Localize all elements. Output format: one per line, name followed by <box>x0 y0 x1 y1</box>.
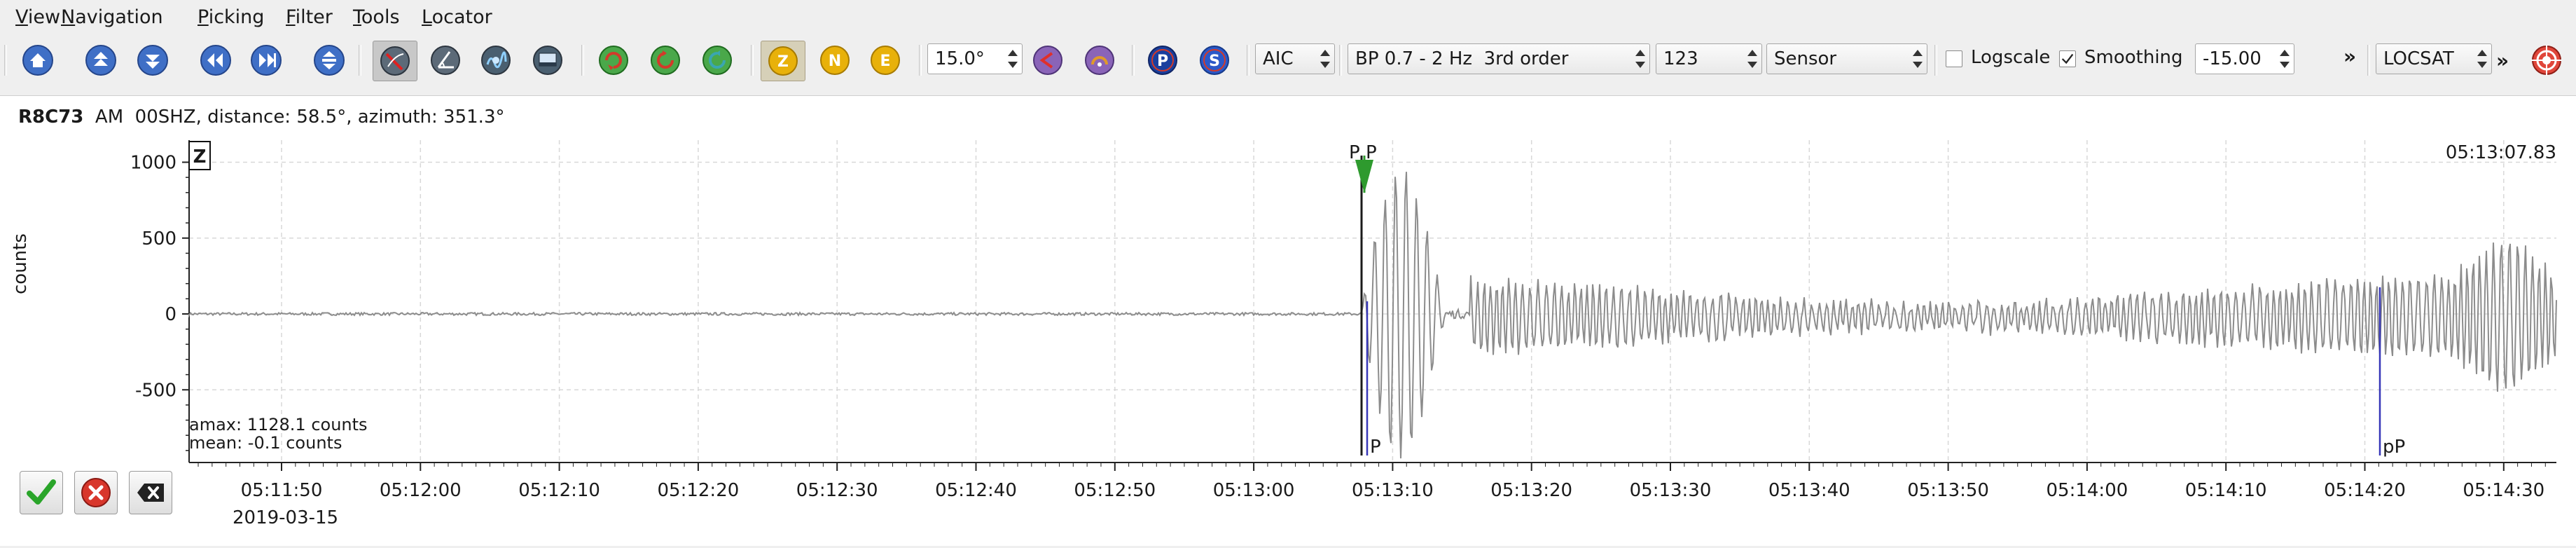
x-tick-label: 05:12:10 <box>518 480 600 501</box>
delete-icon <box>137 484 164 502</box>
x-tick-label: 05:13:20 <box>1490 480 1572 501</box>
x-tick-label: 05:13:00 <box>1213 480 1295 501</box>
x-tick-label: 05:13:50 <box>1907 480 1989 501</box>
accept-button[interactable] <box>20 471 63 514</box>
component-badge: Z <box>193 146 207 167</box>
waveform-trace <box>188 172 2557 459</box>
date-label: 2019-03-15 <box>233 507 339 528</box>
seismogram-plot[interactable]: P PP pP 10005000-50005:11:50 05:12:00 05:12:… <box>0 0 2576 548</box>
pick-label: pP <box>2383 437 2405 458</box>
axis-labels: 1000 500 0 -500 05:11:50 05:12:00 05:12:10 05:1… <box>130 153 2544 502</box>
accept-icon <box>27 479 56 505</box>
pick-label: P <box>1370 437 1381 458</box>
mean-label: mean: -0.1 counts <box>189 433 342 453</box>
end-time-label: 05:13:07.83 <box>2446 142 2556 163</box>
x-tick-label: 05:12:30 <box>796 480 878 501</box>
x-tick-label: 05:12:20 <box>658 480 740 501</box>
y-tick-label: -500 <box>135 380 176 401</box>
x-tick-label: 05:14:20 <box>2324 480 2406 501</box>
reject-icon <box>81 478 111 507</box>
x-tick-label: 05:13:10 <box>1352 480 1434 501</box>
pick-label: P <box>1366 142 1377 163</box>
x-tick-label: 05:13:40 <box>1768 480 1850 501</box>
x-tick-label: 05:12:50 <box>1074 480 1156 501</box>
x-tick-label: 05:11:50 <box>241 480 323 501</box>
y-tick-label: 500 <box>141 228 176 249</box>
x-tick-label: 05:14:30 <box>2463 480 2544 501</box>
reject-button[interactable] <box>74 471 118 514</box>
delete-button[interactable] <box>129 471 172 514</box>
x-tick-label: 05:12:40 <box>935 480 1017 501</box>
amax-label: amax: 1128.1 counts <box>189 415 368 434</box>
y-tick-label: 1000 <box>130 153 176 174</box>
x-tick-label: 05:13:30 <box>1630 480 1712 501</box>
x-tick-label: 05:12:00 <box>380 480 462 501</box>
y-tick-label: 0 <box>165 304 176 325</box>
x-tick-label: 05:14:00 <box>2047 480 2128 501</box>
pick-automatic-arrow[interactable] <box>1355 160 1373 193</box>
x-tick-label: 05:14:10 <box>2185 480 2267 501</box>
